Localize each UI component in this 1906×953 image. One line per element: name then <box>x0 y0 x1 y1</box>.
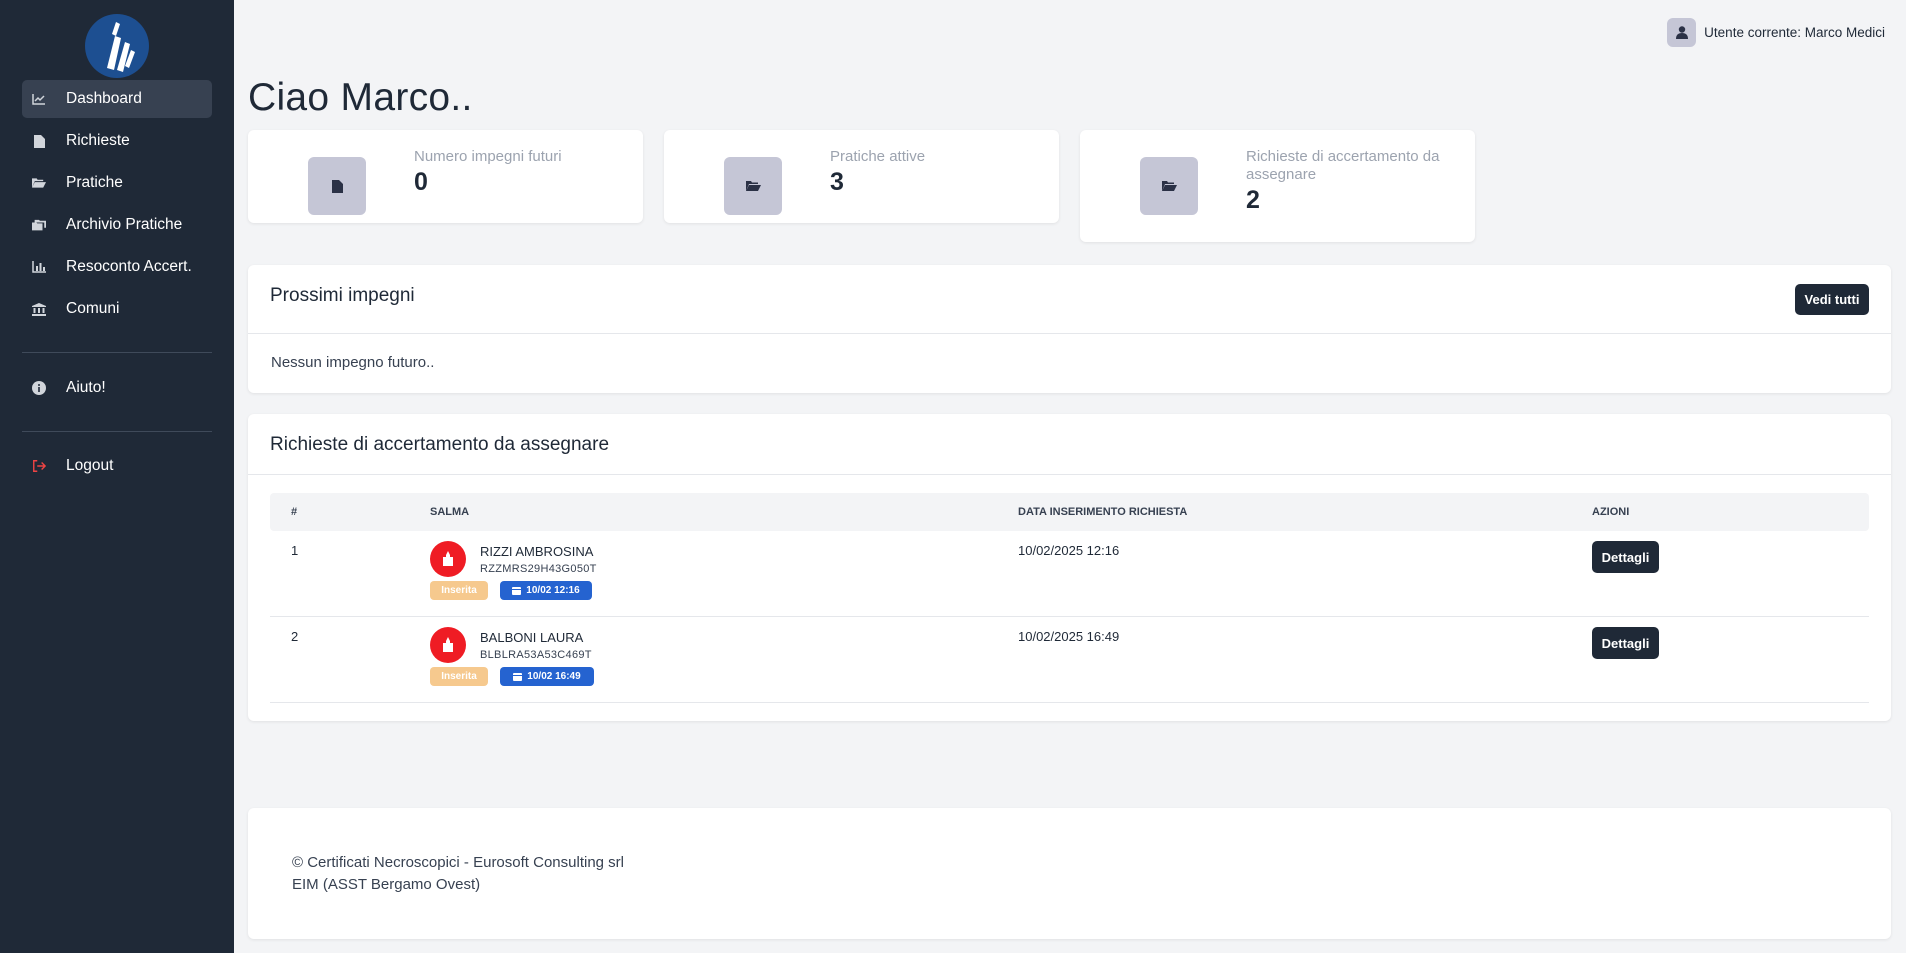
calendar-icon <box>512 587 522 595</box>
empty-message: Nessun impegno futuro.. <box>271 354 435 371</box>
sidebar-item-aiuto[interactable]: Aiuto! <box>22 369 212 407</box>
date-badge: 10/02 12:16 <box>500 581 592 600</box>
stat-card-impegni: Numero impegni futuri 0 <box>248 130 643 223</box>
requests-title: Richieste di accertamento da assegnare <box>270 434 610 455</box>
file-icon <box>308 157 366 215</box>
calendar-icon <box>513 673 523 681</box>
person-avatar-icon <box>430 627 466 663</box>
details-button[interactable]: Dettagli <box>1592 627 1659 659</box>
logout-button[interactable]: Logout <box>22 447 212 485</box>
sidebar-item-label: Dashboard <box>66 90 142 107</box>
date-badge-label: 10/02 12:16 <box>526 585 580 596</box>
folder-open-icon <box>724 157 782 215</box>
stat-title: Richieste di accertamento da assegnare <box>1246 148 1440 183</box>
divider <box>248 474 1891 475</box>
sidebar-item-pratiche[interactable]: Pratiche <box>22 164 212 202</box>
request-date: 10/02/2025 12:16 <box>1018 543 1120 558</box>
bar-chart-icon <box>32 260 46 274</box>
sidebar-logout-nav: Logout <box>22 447 212 489</box>
app-logo[interactable] <box>85 14 149 78</box>
date-badge-label: 10/02 16:49 <box>527 671 581 682</box>
status-badge: Inserita <box>430 581 488 600</box>
current-user-label: Utente corrente: Marco Medici <box>1704 25 1885 40</box>
logout-label: Logout <box>66 457 114 474</box>
stat-card-pratiche: Pratiche attive 3 <box>664 130 1059 223</box>
file-icon <box>32 134 46 148</box>
sidebar-item-label: Comuni <box>66 300 120 317</box>
salma-name: BALBONI LAURA <box>480 630 584 645</box>
salma-name: RIZZI AMBROSINA <box>480 544 594 559</box>
requests-panel: Richieste di accertamento da assegnare #… <box>248 414 1891 721</box>
sidebar: Dashboard Richieste Pratiche Archivio Pr… <box>0 0 234 953</box>
details-button[interactable]: Dettagli <box>1592 541 1659 573</box>
user-icon <box>1667 18 1697 47</box>
folders-icon <box>32 218 46 232</box>
sidebar-divider <box>22 431 212 432</box>
sidebar-item-label: Archivio Pratiche <box>66 216 183 233</box>
building-columns-icon <box>32 302 46 316</box>
sidebar-item-resoconto-accert[interactable]: Resoconto Accert. <box>22 248 212 286</box>
column-header: DATA INSERIMENTO RICHIESTA <box>1018 506 1188 518</box>
column-header: # <box>291 506 298 518</box>
sidebar-item-comuni[interactable]: Comuni <box>22 290 212 328</box>
sidebar-item-label: Pratiche <box>66 174 123 191</box>
sidebar-item-dashboard[interactable]: Dashboard <box>22 80 212 118</box>
salma-code: RZZMRS29H43G050T <box>480 563 597 575</box>
column-header: AZIONI <box>1592 506 1630 518</box>
table-header: # SALMA DATA INSERIMENTO RICHIESTA AZION… <box>270 493 1869 531</box>
folder-open-icon <box>1140 157 1198 215</box>
current-user[interactable]: Utente corrente: Marco Medici <box>1667 18 1885 47</box>
sidebar-item-label: Resoconto Accert. <box>66 258 192 275</box>
stat-title: Pratiche attive <box>830 148 926 165</box>
date-badge: 10/02 16:49 <box>500 667 594 686</box>
sidebar-help-nav: Aiuto! <box>22 369 212 411</box>
column-header: SALMA <box>430 506 470 518</box>
stat-value: 0 <box>414 168 428 196</box>
row-number: 2 <box>291 629 299 644</box>
sidebar-item-label: Aiuto! <box>66 379 106 396</box>
sidebar-divider <box>22 352 212 353</box>
request-date: 10/02/2025 16:49 <box>1018 629 1120 644</box>
status-badge: Inserita <box>430 667 488 686</box>
footer-organization: EIM (ASST Bergamo Ovest) <box>292 876 481 893</box>
chart-line-icon <box>32 92 46 106</box>
info-icon <box>32 381 46 395</box>
footer: © Certificati Necroscopici - Eurosoft Co… <box>248 808 1891 939</box>
row-number: 1 <box>291 543 299 558</box>
stat-title: Numero impegni futuri <box>414 148 562 165</box>
stat-value: 3 <box>830 168 844 196</box>
stat-value: 2 <box>1246 186 1260 214</box>
footer-copyright: © Certificati Necroscopici - Eurosoft Co… <box>292 854 624 871</box>
person-avatar-icon <box>430 541 466 577</box>
sidebar-item-archivio-pratiche[interactable]: Archivio Pratiche <box>22 206 212 244</box>
upcoming-title: Prossimi impegni <box>270 285 415 306</box>
sidebar-item-label: Richieste <box>66 132 130 149</box>
divider <box>248 333 1891 334</box>
sidebar-nav: Dashboard Richieste Pratiche Archivio Pr… <box>22 80 212 332</box>
table-row: 2 BALBONI LAURA BLBLRA53A53C469T Inserit… <box>270 617 1869 703</box>
view-all-button[interactable]: Vedi tutti <box>1795 284 1869 315</box>
sidebar-item-richieste[interactable]: Richieste <box>22 122 212 160</box>
salma-code: BLBLRA53A53C469T <box>480 649 592 661</box>
page-title: Ciao Marco.. <box>248 76 473 119</box>
folder-open-icon <box>32 176 46 190</box>
upcoming-panel: Prossimi impegni Vedi tutti Nessun impeg… <box>248 265 1891 393</box>
logout-icon <box>32 459 46 473</box>
table-row: 1 RIZZI AMBROSINA RZZMRS29H43G050T Inser… <box>270 531 1869 617</box>
stat-card-richieste: Richieste di accertamento da assegnare 2 <box>1080 130 1475 242</box>
